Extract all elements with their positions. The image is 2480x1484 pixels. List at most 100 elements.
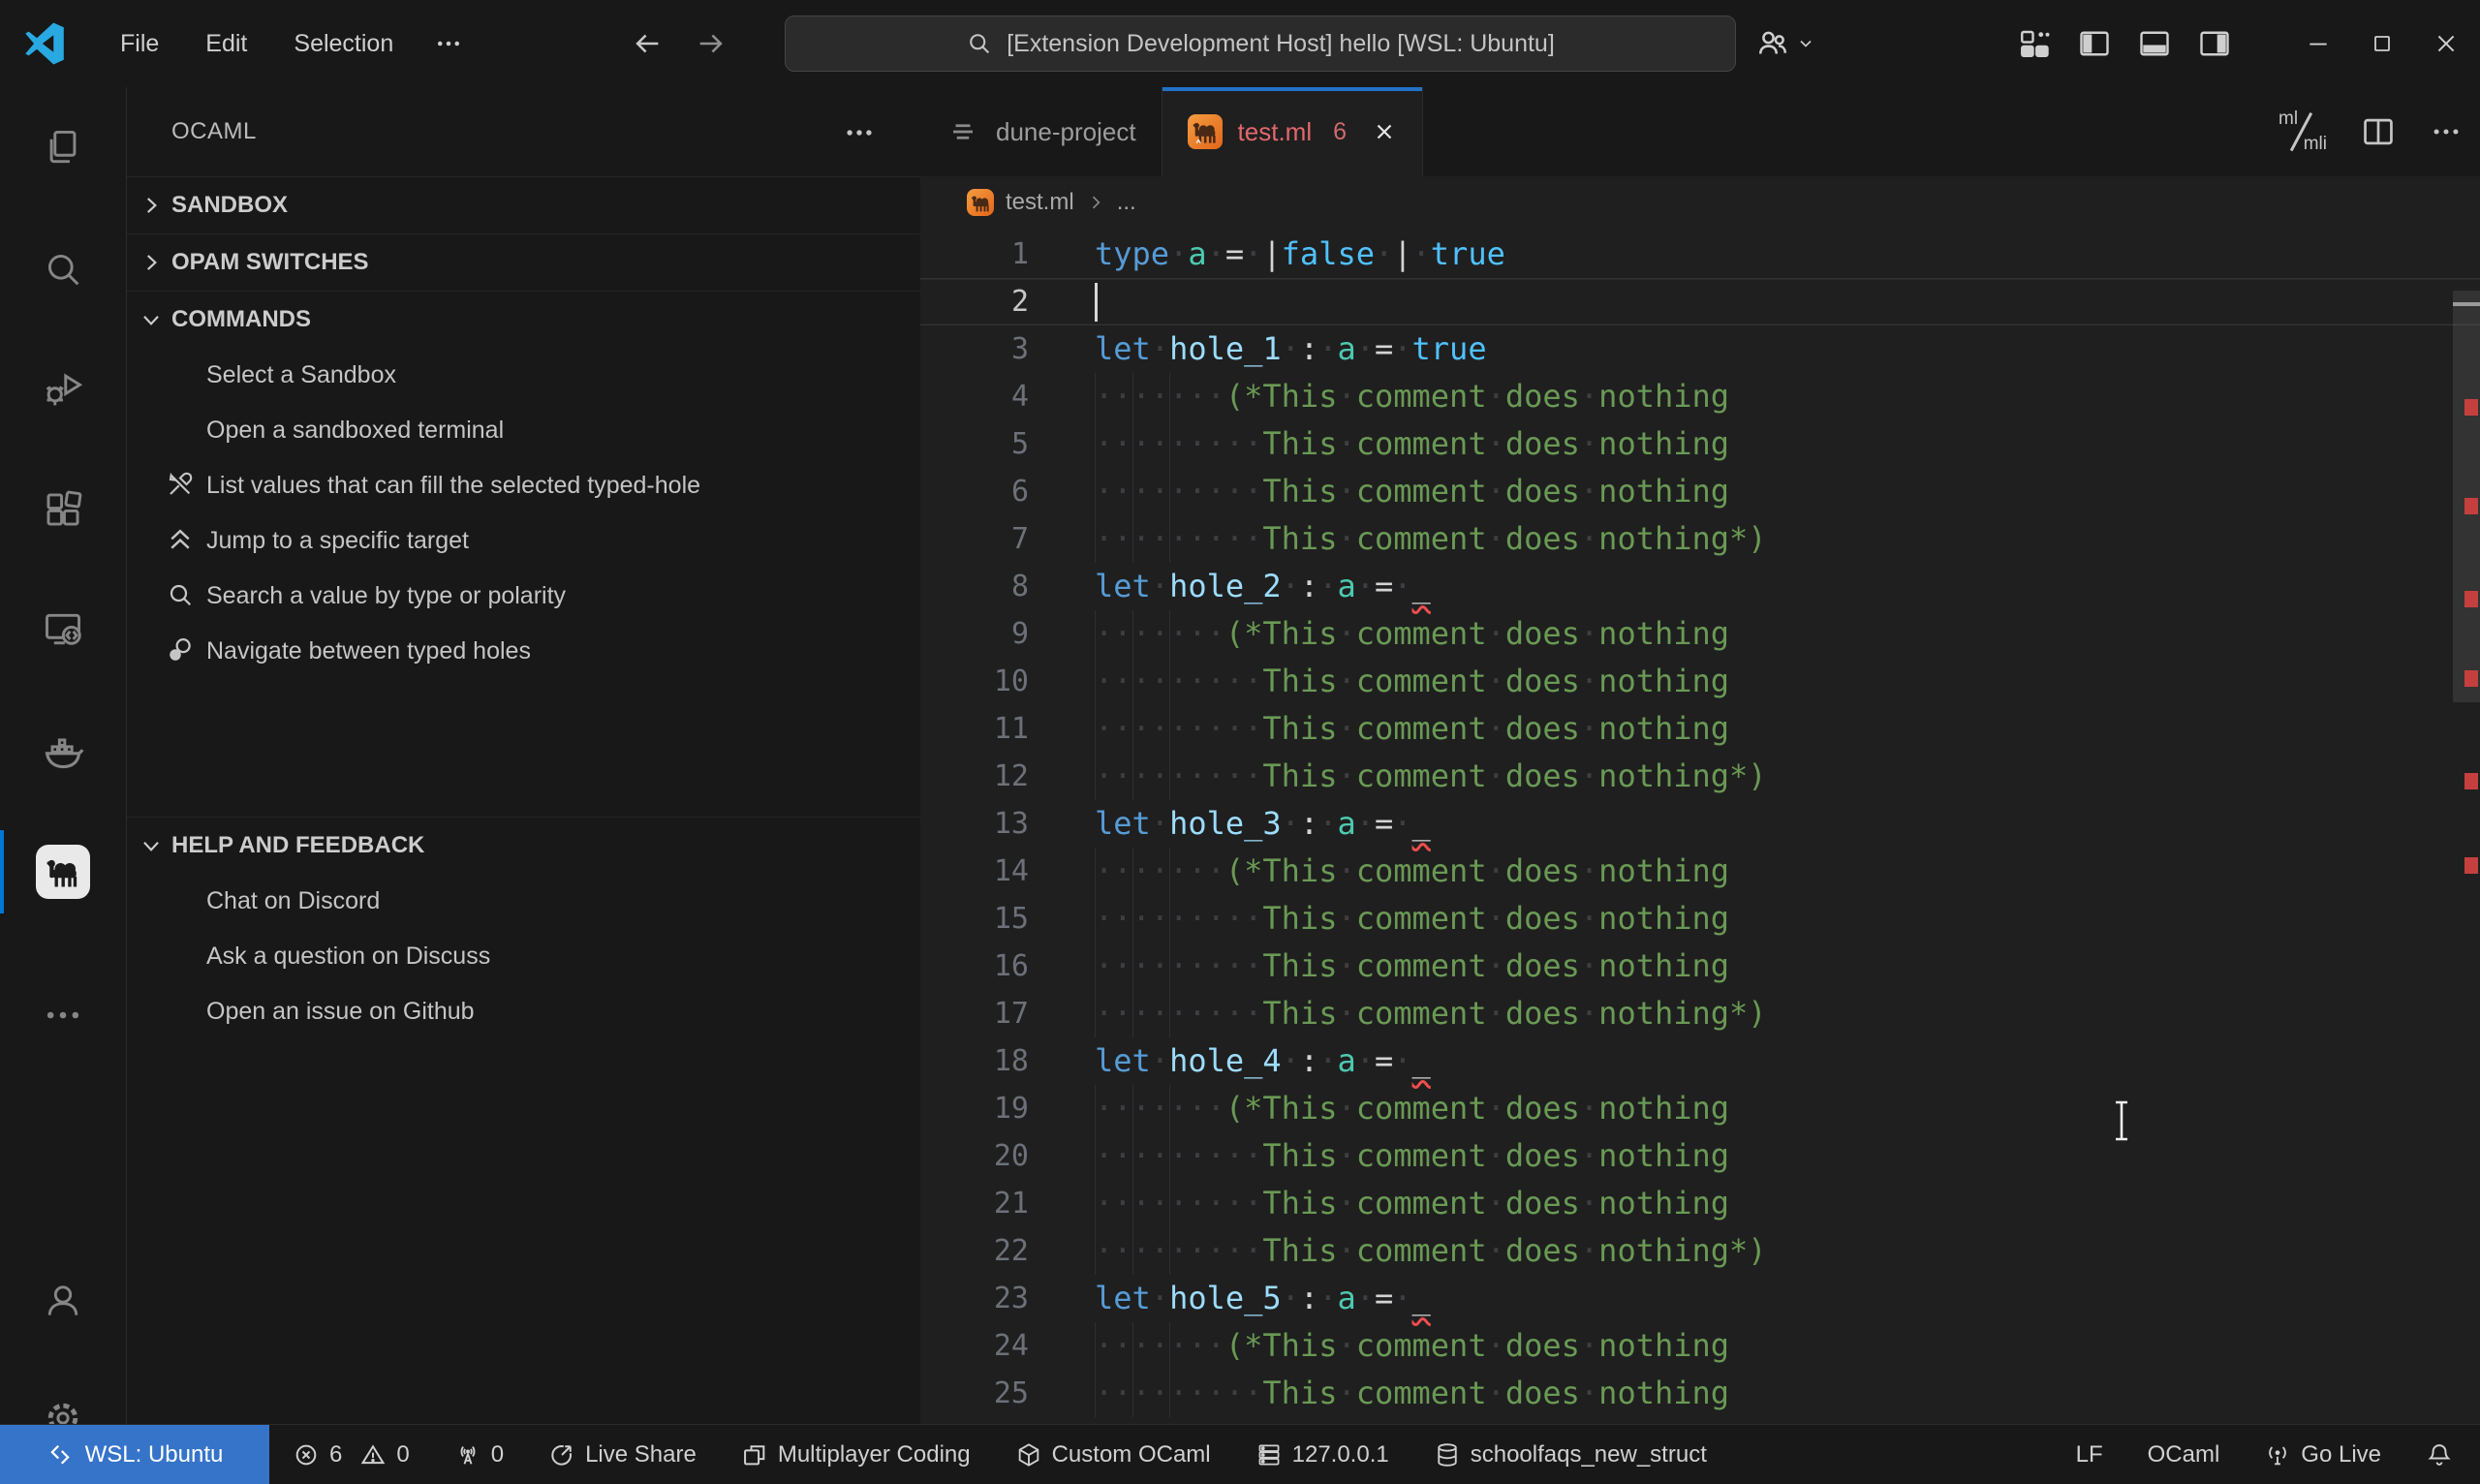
- status-item-bell[interactable]: [2426, 1441, 2453, 1469]
- activity-item-explorer[interactable]: [0, 94, 126, 201]
- line-number: 15: [920, 895, 1095, 943]
- menu-overflow-icon[interactable]: [417, 29, 480, 58]
- code-area[interactable]: 1type·a·=·|false·|·true23let·hole_1·:·a·…: [920, 231, 2480, 1424]
- command-center-search[interactable]: [Extension Development Host] hello [WSL:…: [785, 15, 1736, 72]
- code-token: ·: [1151, 805, 1169, 842]
- status-item-lf[interactable]: LF: [2076, 1441, 2103, 1469]
- status-item-label: 0: [491, 1441, 504, 1469]
- activity-item-additional-views[interactable]: [0, 962, 126, 1068]
- activity-item-accounts[interactable]: [0, 1247, 126, 1353]
- sidebar-more-actions-icon[interactable]: [843, 116, 876, 149]
- code-line[interactable]: 15·········This·comment·does·nothing: [920, 895, 2480, 943]
- section-header-commands[interactable]: COMMANDS: [127, 291, 920, 348]
- code-line[interactable]: 25·········This·comment·does·nothing: [920, 1370, 2480, 1417]
- accounts-menu[interactable]: [1755, 0, 1815, 87]
- minimize-button[interactable]: [2286, 0, 2350, 87]
- tab-test-ml[interactable]: test.ml 6: [1162, 87, 1423, 176]
- code-line[interactable]: 3let·hole_1·:·a·=·true: [920, 325, 2480, 373]
- code-token: ·: [1580, 615, 1598, 652]
- remote-indicator[interactable]: WSL: Ubuntu: [0, 1425, 269, 1484]
- sidebar-item[interactable]: Jump to a specific target: [127, 513, 920, 569]
- activity-item-search[interactable]: [0, 216, 126, 323]
- code-line[interactable]: 11·········This·comment·does·nothing: [920, 705, 2480, 753]
- breadcrumb-file[interactable]: test.ml: [1006, 189, 1074, 216]
- code-line[interactable]: 12·········This·comment·does·nothing*): [920, 753, 2480, 800]
- editor-more-actions-icon[interactable]: [2430, 115, 2463, 148]
- status-item-live-share[interactable]: Live Share: [548, 1441, 697, 1469]
- code-line[interactable]: 8let·hole_2·:·a·=·_: [920, 563, 2480, 610]
- code-line[interactable]: 22·········This·comment·does·nothing*): [920, 1227, 2480, 1275]
- activity-item-remote-explorer[interactable]: [0, 576, 126, 683]
- sidebar-item[interactable]: List values that can fill the selected t…: [127, 458, 920, 513]
- code-token: _: [1412, 1042, 1431, 1079]
- status-item-custom-ocaml[interactable]: Custom OCaml: [1015, 1441, 1211, 1469]
- problems-indicator[interactable]: 6 0: [293, 1441, 410, 1469]
- sidebar-item[interactable]: Open an issue on Github: [127, 984, 920, 1039]
- activity-item-run-and-debug[interactable]: [0, 334, 126, 441]
- switch-ml-mli-icon[interactable]: mlmli: [2277, 108, 2327, 155]
- toggle-primary-sidebar-icon[interactable]: [2077, 26, 2112, 61]
- code-token: ·: [1487, 995, 1505, 1032]
- navigate-forward-icon[interactable]: [692, 24, 730, 63]
- code-token: :: [1300, 568, 1318, 604]
- close-window-button[interactable]: [2414, 0, 2478, 87]
- code-token: ·: [1356, 330, 1375, 367]
- status-item-go-live[interactable]: Go Live: [2264, 1441, 2381, 1469]
- activity-item-extensions[interactable]: [0, 456, 126, 563]
- close-tab-icon[interactable]: [1372, 119, 1397, 144]
- code-token: nothing: [1598, 900, 1729, 937]
- code-line[interactable]: 10·········This·comment·does·nothing: [920, 658, 2480, 705]
- code-line[interactable]: 4·······(*This·comment·does·nothing: [920, 373, 2480, 420]
- code-line[interactable]: 18let·hole_4·:·a·=·_: [920, 1037, 2480, 1085]
- code-line[interactable]: 17·········This·comment·does·nothing*): [920, 990, 2480, 1037]
- code-line[interactable]: 5·········This·comment·does·nothing: [920, 420, 2480, 468]
- code-line[interactable]: 14·······(*This·comment·does·nothing: [920, 848, 2480, 895]
- maximize-button[interactable]: [2350, 0, 2414, 87]
- activity-item-ocaml[interactable]: [0, 819, 126, 925]
- overview-ruler[interactable]: [2453, 231, 2480, 1424]
- menu-file[interactable]: File: [97, 30, 182, 58]
- sidebar-item[interactable]: Chat on Discord: [127, 874, 920, 929]
- code-line[interactable]: 21·········This·comment·does·nothing: [920, 1180, 2480, 1227]
- code-line[interactable]: 7·········This·comment·does·nothing*): [920, 515, 2480, 563]
- activity-item-docker[interactable]: [0, 698, 126, 805]
- toggle-panel-icon[interactable]: [2137, 26, 2172, 61]
- section-header-help-and-feedback[interactable]: HELP AND FEEDBACK: [127, 817, 920, 874]
- status-item-ocaml[interactable]: OCaml: [2148, 1441, 2220, 1469]
- code-line[interactable]: 16·········This·comment·does·nothing: [920, 943, 2480, 990]
- code-line[interactable]: 24·······(*This·comment·does·nothing: [920, 1322, 2480, 1370]
- code-line[interactable]: 9·······(*This·comment·does·nothing: [920, 610, 2480, 658]
- code-line[interactable]: 2: [920, 278, 2480, 325]
- scrollbar-slider[interactable]: [2453, 291, 2480, 702]
- menu-selection[interactable]: Selection: [270, 30, 417, 58]
- status-item-multiplayer-coding[interactable]: Multiplayer Coding: [741, 1441, 971, 1469]
- navigate-back-icon[interactable]: [628, 24, 666, 63]
- code-token: This: [1262, 1375, 1337, 1411]
- sidebar-item[interactable]: Select a Sandbox: [127, 348, 920, 403]
- code-line[interactable]: 23let·hole_5·:·a·=·_: [920, 1275, 2480, 1322]
- status-item-schoolfaqs-new-struct[interactable]: schoolfaqs_new_struct: [1434, 1441, 1707, 1469]
- breadcrumb-more[interactable]: ...: [1117, 189, 1136, 216]
- status-item-127-0-0-1[interactable]: 127.0.0.1: [1256, 1441, 1389, 1469]
- sidebar-item[interactable]: Open a sandboxed terminal: [127, 403, 920, 458]
- toggle-secondary-sidebar-icon[interactable]: [2197, 26, 2232, 61]
- code-line[interactable]: 19·······(*This·comment·does·nothing: [920, 1085, 2480, 1132]
- code-line[interactable]: 1type·a·=·|false·|·true: [920, 231, 2480, 278]
- customize-layout-icon[interactable]: [2017, 26, 2052, 61]
- code-token: comment: [1356, 1232, 1487, 1269]
- code-line[interactable]: 13let·hole_3·:·a·=·_: [920, 800, 2480, 848]
- sidebar-item[interactable]: Ask a question on Discuss: [127, 929, 920, 984]
- tab-dune-project[interactable]: dune-project: [920, 87, 1162, 176]
- menu-edit[interactable]: Edit: [182, 30, 270, 58]
- remote-icon: [46, 1441, 74, 1469]
- code-line[interactable]: 6·········This·comment·does·nothing: [920, 468, 2480, 515]
- status-item-0[interactable]: 0: [454, 1441, 504, 1469]
- breadcrumb[interactable]: test.ml ...: [920, 176, 2480, 229]
- code-token: true: [1412, 330, 1487, 367]
- section-header-sandbox[interactable]: SANDBOX: [127, 176, 920, 233]
- sidebar-item[interactable]: Search a value by type or polarity: [127, 569, 920, 624]
- sidebar-item[interactable]: Navigate between typed holes: [127, 624, 920, 679]
- section-header-opam-switches[interactable]: OPAM SWITCHES: [127, 233, 920, 291]
- split-editor-icon[interactable]: [2360, 113, 2397, 150]
- code-line[interactable]: 20·········This·comment·does·nothing: [920, 1132, 2480, 1180]
